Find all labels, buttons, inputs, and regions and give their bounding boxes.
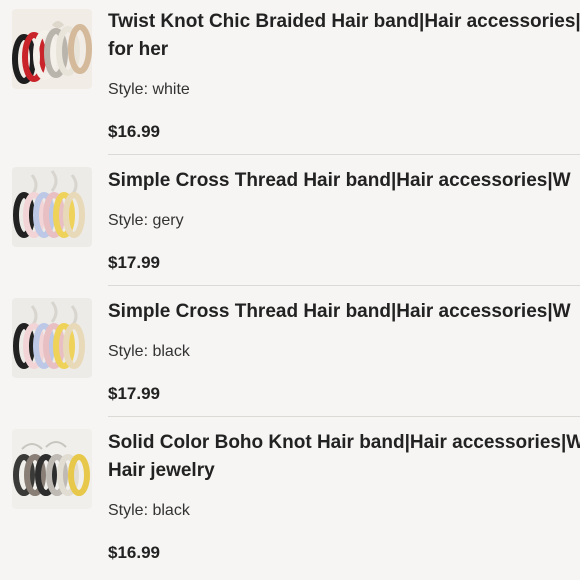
product-title-line-2: Hair jewelry: [108, 460, 215, 481]
product-price: $16.99: [108, 122, 160, 141]
product-style: Style: white: [108, 81, 190, 98]
product-title-line-1: Solid Color Boho Knot Hair band|Hair acc…: [108, 432, 580, 453]
product-style: Style: gery: [108, 212, 184, 229]
product-image[interactable]: [12, 9, 92, 89]
product-image[interactable]: [12, 167, 92, 247]
list-item[interactable]: Simple Cross Thread Hair band|Hair acces…: [0, 286, 580, 417]
product-title[interactable]: Simple Cross Thread Hair band|Hair acces…: [108, 167, 580, 195]
list-item[interactable]: Twist Knot Chic Braided Hair band|Hair a…: [0, 0, 580, 155]
product-price: $16.99: [108, 543, 160, 562]
product-image[interactable]: [12, 429, 92, 509]
product-title[interactable]: Solid Color Boho Knot Hair band|Hair acc…: [108, 429, 580, 485]
product-title-line-1: Twist Knot Chic Braided Hair band|Hair a…: [108, 11, 580, 32]
product-image[interactable]: [12, 298, 92, 378]
product-list: Twist Knot Chic Braided Hair band|Hair a…: [0, 0, 580, 580]
product-price: $17.99: [108, 384, 160, 403]
product-title-line-2: for her: [108, 39, 169, 60]
product-title-line-1: Simple Cross Thread Hair band|Hair acces…: [108, 301, 571, 322]
product-style: Style: black: [108, 502, 190, 519]
product-style: Style: black: [108, 343, 190, 360]
list-item[interactable]: Simple Cross Thread Hair band|Hair acces…: [0, 155, 580, 286]
product-title[interactable]: Twist Knot Chic Braided Hair band|Hair a…: [108, 8, 580, 64]
product-title[interactable]: Simple Cross Thread Hair band|Hair acces…: [108, 298, 580, 326]
list-item[interactable]: Solid Color Boho Knot Hair band|Hair acc…: [0, 417, 580, 580]
product-price: $17.99: [108, 253, 160, 272]
product-title-line-1: Simple Cross Thread Hair band|Hair acces…: [108, 170, 571, 191]
